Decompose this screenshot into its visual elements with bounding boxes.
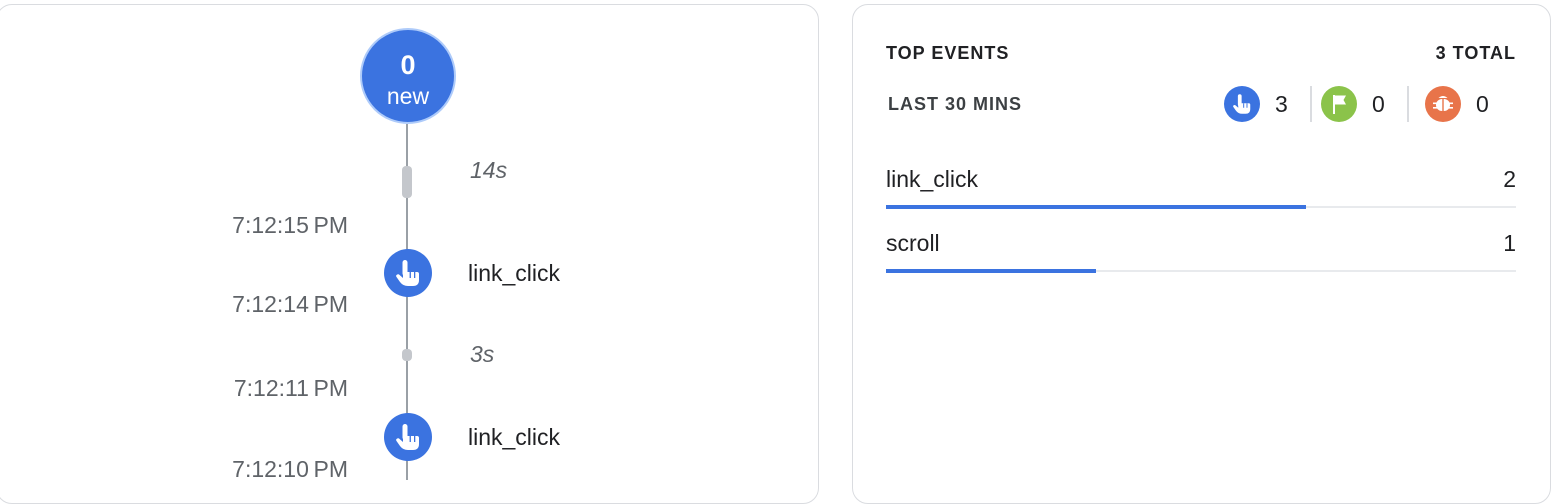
bug-icon [1433, 96, 1453, 111]
top-event-bar-track [886, 269, 1516, 273]
touch-events-count: 3 [1275, 91, 1288, 117]
top-event-bar [886, 269, 1096, 273]
touch-icon [396, 424, 419, 450]
time-gap-marker [402, 166, 412, 198]
event-type-touch-icon [384, 413, 432, 461]
time-gap-label: 3s [470, 341, 495, 367]
stat-divider [1310, 86, 1312, 122]
event-timestamp: 7:12:10 PM [232, 456, 348, 482]
event-timestamp: 7:12:15 PM [232, 212, 348, 238]
top-event-name[interactable]: link_click [886, 165, 978, 193]
event-name[interactable]: link_click [468, 423, 560, 451]
top-event-count: 1 [1503, 230, 1516, 256]
touch-icon [396, 260, 419, 286]
bug-events-icon [1425, 86, 1461, 122]
time-gap-marker [402, 349, 412, 361]
top-event-bar-track [886, 205, 1516, 209]
top-event-bar [886, 205, 1307, 209]
new-events-count: 0 [400, 50, 416, 80]
new-events-label: new [386, 83, 430, 109]
top-events-card [852, 4, 1551, 504]
top-event-count: 2 [1503, 166, 1516, 192]
time-range-label: LAST 30 MINS [888, 94, 1023, 114]
touch-icon [1233, 94, 1251, 114]
new-events-badge[interactable]: 0 new [360, 28, 456, 124]
stat-divider [1407, 86, 1409, 122]
top-events-total: 3 TOTAL [1435, 43, 1516, 63]
touch-events-icon [1224, 86, 1260, 122]
flag-icon [1333, 95, 1346, 114]
flag-events-count: 0 [1372, 91, 1385, 117]
top-events-title: TOP EVENTS [886, 43, 1010, 63]
flag-events-icon [1321, 86, 1357, 122]
event-timestamp: 7:12:14 PM [232, 291, 348, 317]
event-type-touch-icon [384, 249, 432, 297]
top-event-name[interactable]: scroll [886, 229, 940, 257]
bug-events-count: 0 [1476, 91, 1489, 117]
event-timestamp: 7:12:11 PM [233, 375, 348, 401]
event-name[interactable]: link_click [468, 259, 560, 287]
time-gap-label: 14s [470, 157, 508, 183]
